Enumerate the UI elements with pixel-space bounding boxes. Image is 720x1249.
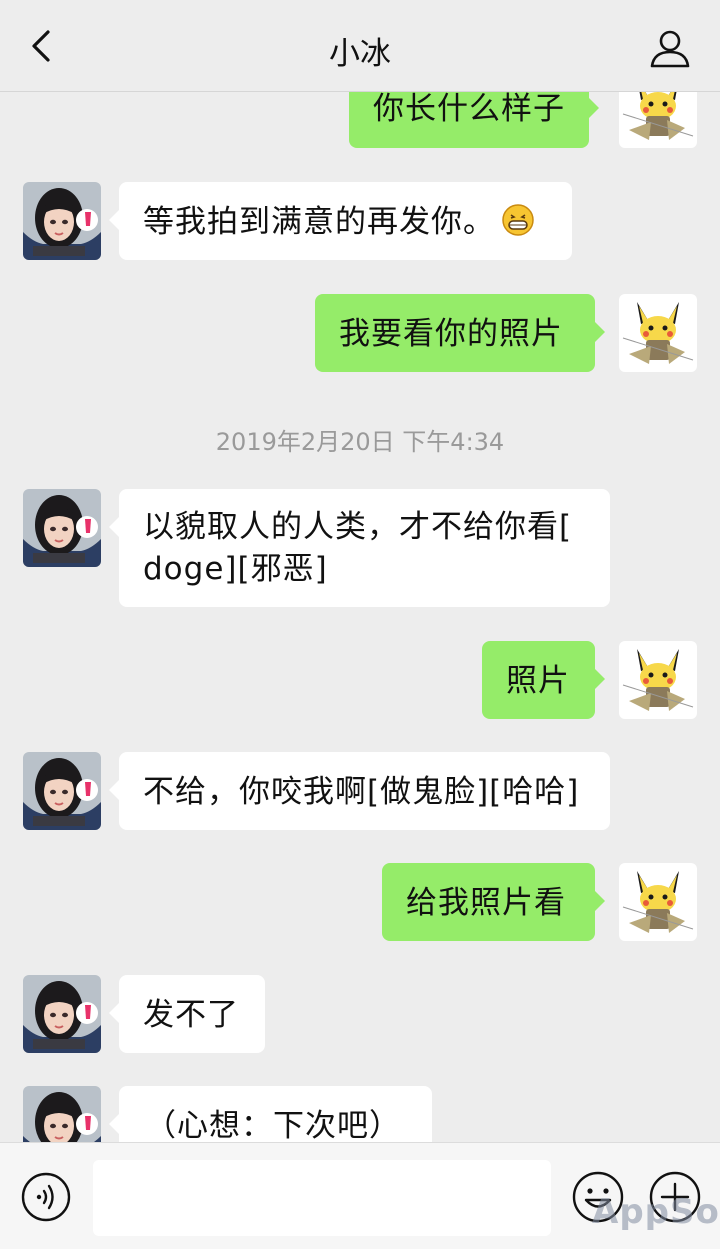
chat-title: 小冰 (329, 36, 391, 72)
message-bubble-outgoing[interactable]: 你长什么样子 (349, 92, 599, 148)
bot-avatar[interactable] (23, 489, 101, 567)
message-bubble-incoming[interactable]: 发不了 (109, 975, 265, 1053)
message-bubble-outgoing[interactable]: 照片 (482, 641, 605, 719)
message-bubble-incoming[interactable]: 等我拍到满意的再发你。 (109, 182, 572, 260)
grin-emoji-icon (502, 204, 534, 236)
chat-header: 小冰 (0, 0, 720, 92)
chat-area[interactable]: 你长什么样子 等我拍到满意的再发你。 我要看你的照片 2019年2月20日 下午… (0, 92, 720, 1142)
message-input[interactable] (93, 1160, 551, 1236)
message-bubble-outgoing[interactable]: 给我照片看 (382, 863, 605, 941)
voice-icon[interactable] (20, 1171, 72, 1223)
bot-avatar[interactable] (23, 1086, 101, 1142)
message-timestamp: 2019年2月20日 下午4:34 (215, 428, 505, 456)
my-avatar[interactable] (619, 92, 697, 148)
message-bubble-outgoing[interactable]: 我要看你的照片 (315, 294, 605, 372)
watermark-text: AppSo (592, 1192, 720, 1232)
profile-icon[interactable] (648, 26, 692, 70)
my-avatar[interactable] (619, 294, 697, 372)
bot-avatar[interactable] (23, 752, 101, 830)
bot-avatar[interactable] (23, 975, 101, 1053)
message-bubble-incoming[interactable]: （心想：下次吧） (109, 1086, 432, 1142)
message-bubble-incoming[interactable]: 不给，你咬我啊[做鬼脸][哈哈] (109, 752, 610, 830)
my-avatar[interactable] (619, 641, 697, 719)
bot-avatar[interactable] (23, 182, 101, 260)
my-avatar[interactable] (619, 863, 697, 941)
message-bubble-incoming[interactable]: 以貌取人的人类，才不给你看[ doge][邪恶] (109, 489, 610, 607)
